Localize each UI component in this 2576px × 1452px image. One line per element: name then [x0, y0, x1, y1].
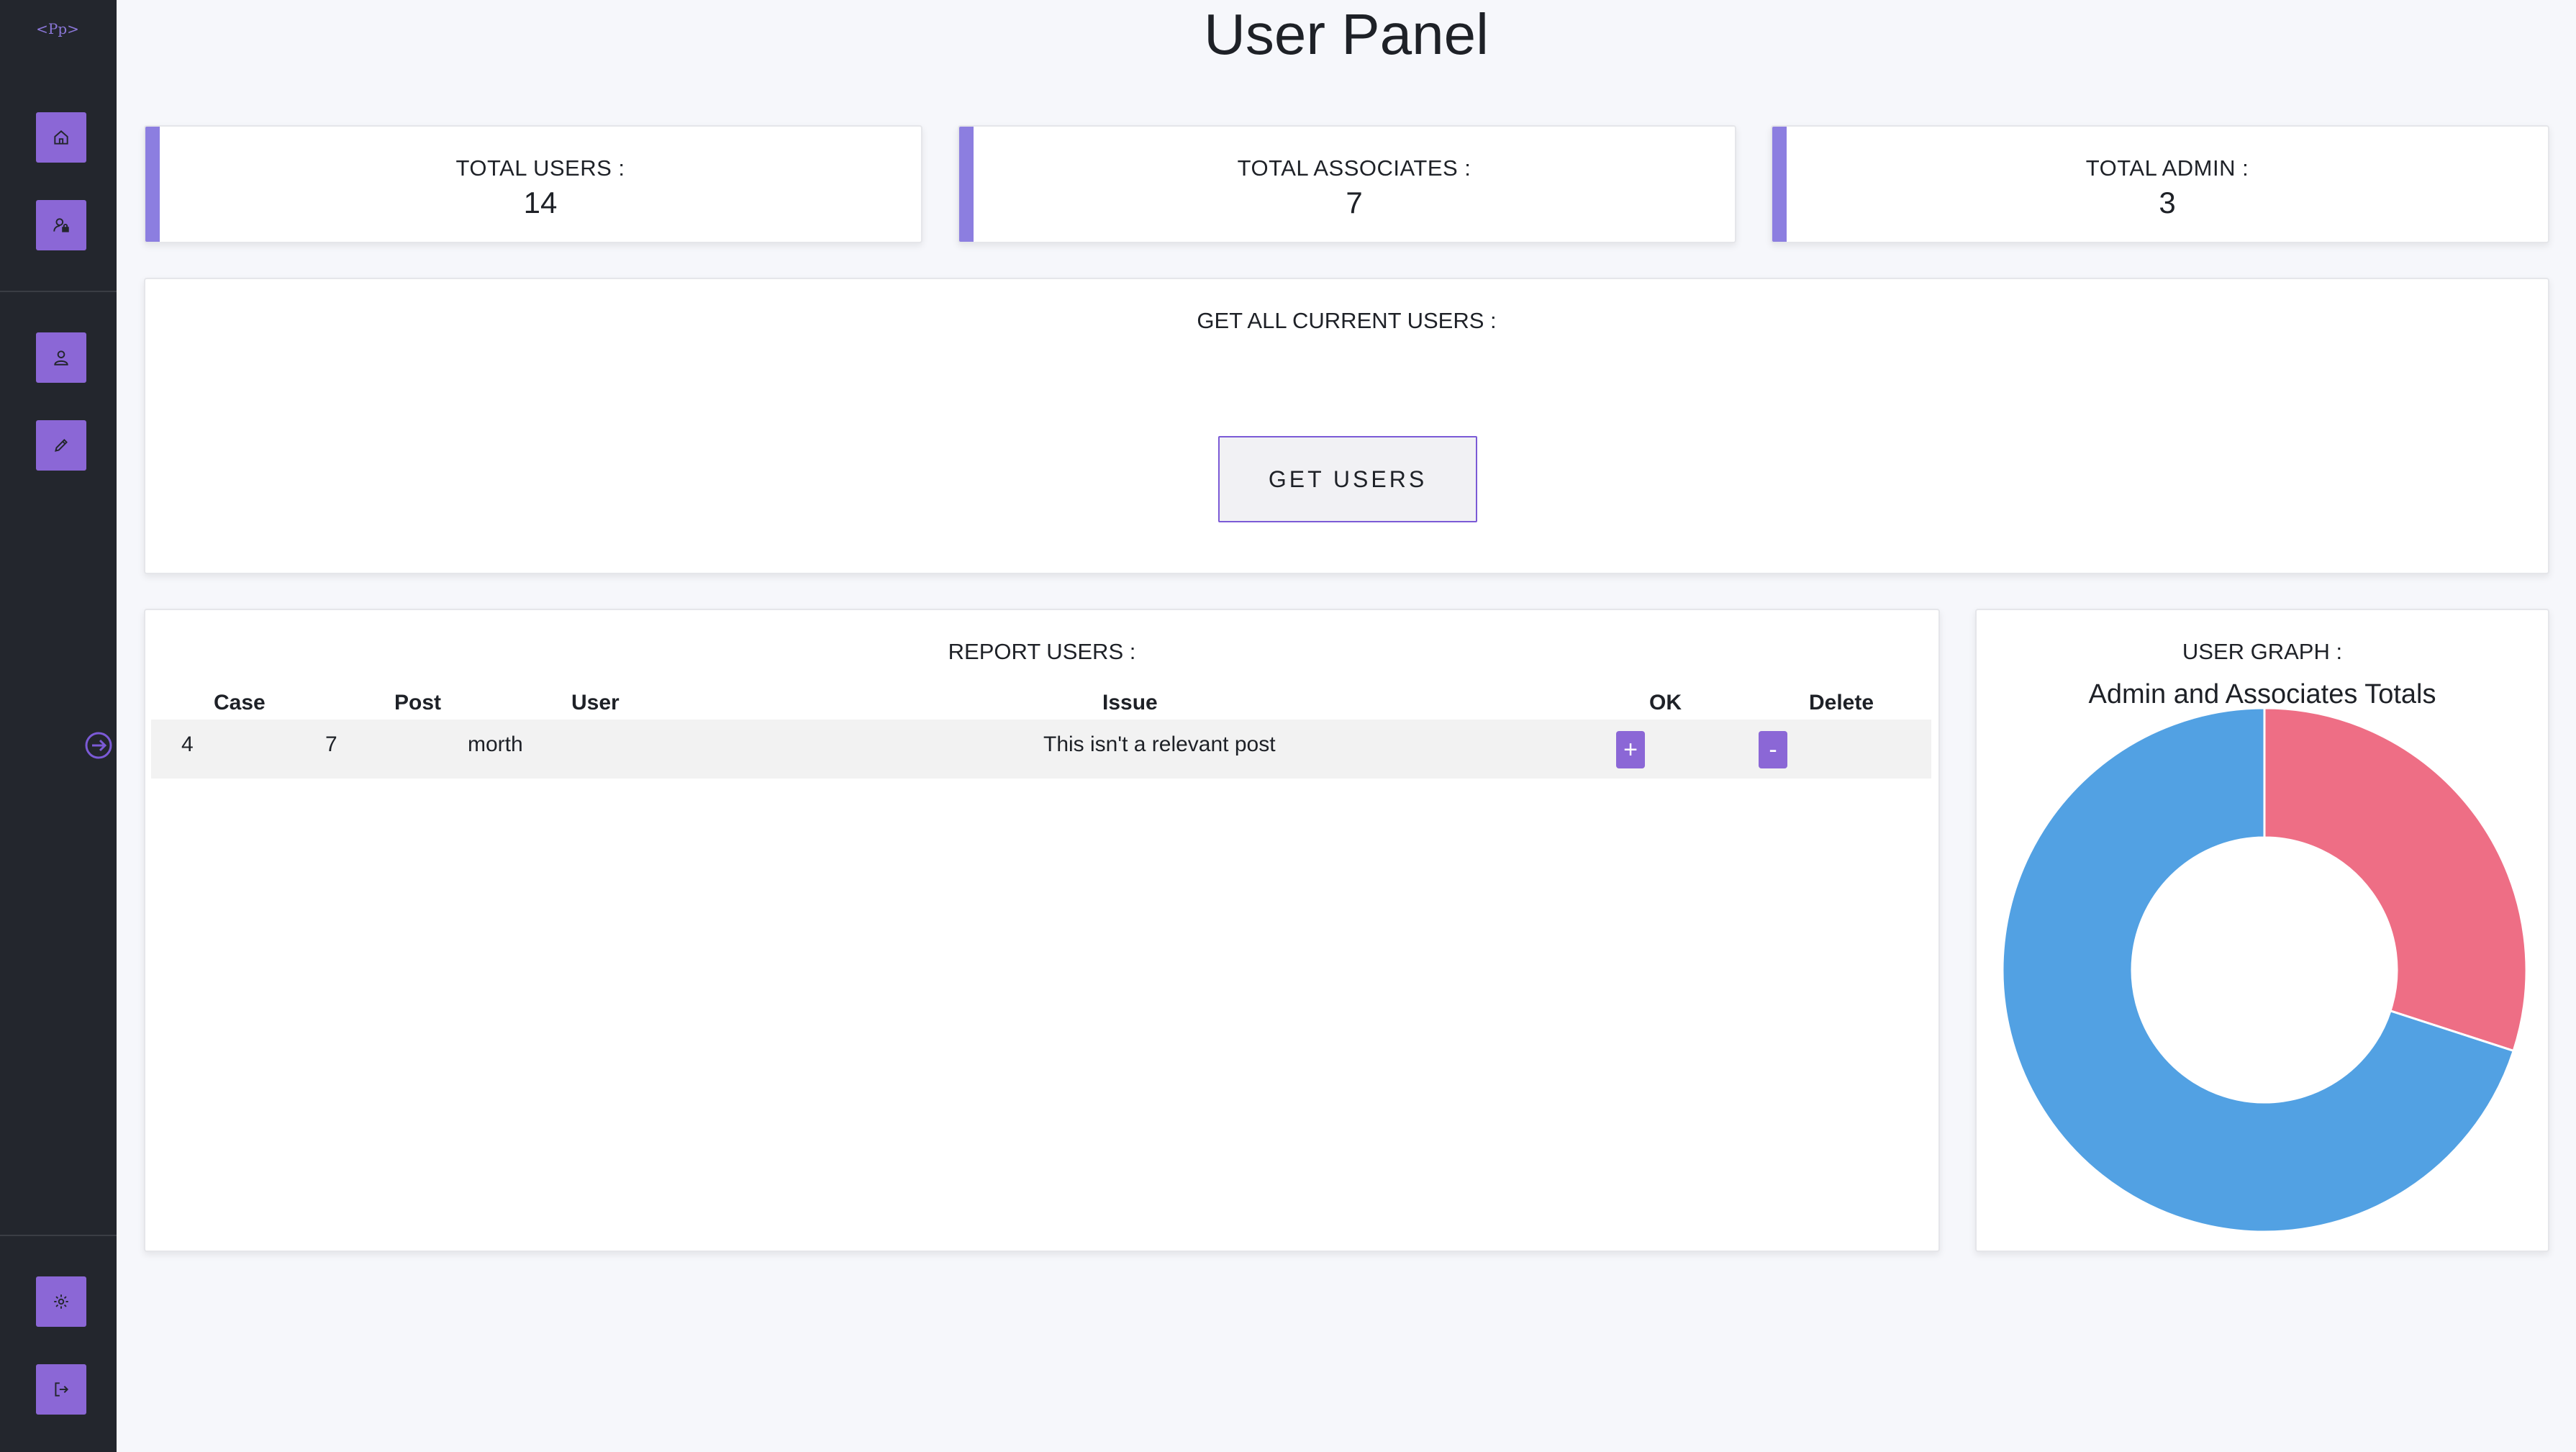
card-accent [959, 127, 974, 242]
current-users-label: GET ALL CURRENT USERS : [1197, 308, 1497, 333]
donut-slice-admin[interactable] [2263, 707, 2528, 1053]
total-associates-card: TOTAL ASSOCIATES : 7 [958, 125, 1736, 243]
settings-nav-button[interactable] [36, 1276, 86, 1327]
gear-icon [54, 1294, 68, 1309]
column-header-case: Case [214, 691, 266, 714]
edit-nav-button[interactable] [36, 420, 86, 471]
get-users-button[interactable]: GET USERS [1218, 436, 1477, 522]
user-graph-card: USER GRAPH : Admin and Associates Totals [1975, 609, 2549, 1252]
user-graph-label: USER GRAPH : [2182, 639, 2343, 664]
column-header-issue: Issue [1102, 691, 1158, 714]
column-header-delete: Delete [1809, 691, 1874, 714]
card-accent [1772, 127, 1787, 242]
cell-case: 4 [181, 732, 194, 756]
column-header-user: User [571, 691, 620, 714]
page-title: User Panel [1204, 2, 1489, 66]
sidebar-divider [0, 291, 117, 292]
total-users-card: TOTAL USERS : 14 [144, 125, 922, 243]
stat-label: TOTAL ASSOCIATES : [1237, 155, 1471, 181]
logout-nav-button[interactable] [36, 1364, 86, 1415]
sidebar: <Pр> [0, 0, 117, 1452]
stat-label: TOTAL USERS : [455, 155, 625, 181]
user-icon [54, 350, 68, 366]
cell-user: morth [468, 732, 523, 756]
column-header-ok: OK [1649, 691, 1682, 714]
cell-issue: This isn't a relevant post [1043, 732, 1276, 756]
logout-icon [55, 1382, 69, 1397]
pencil-icon [55, 439, 68, 452]
sidebar-expand-button[interactable] [84, 731, 113, 760]
current-users-card: GET ALL CURRENT USERS : GET USERS [144, 278, 2549, 574]
report-users-label: REPORT USERS : [948, 639, 1136, 664]
table-row [151, 720, 1931, 779]
stat-value: 14 [523, 186, 558, 219]
sidebar-divider [0, 1235, 117, 1236]
arrow-right-circle-icon [85, 732, 112, 759]
profile-nav-button[interactable] [36, 332, 86, 383]
admin-users-nav-button[interactable] [36, 200, 86, 250]
column-header-post: Post [394, 691, 442, 714]
stat-label: TOTAL ADMIN : [2085, 155, 2249, 181]
total-admin-card: TOTAL ADMIN : 3 [1771, 125, 2549, 243]
user-lock-icon [53, 218, 69, 232]
ok-report-button[interactable]: + [1616, 731, 1645, 768]
home-nav-button[interactable] [36, 112, 86, 163]
home-icon [54, 130, 68, 145]
donut-chart [2001, 707, 2528, 1233]
stat-value: 3 [2159, 186, 2176, 219]
delete-report-button[interactable]: - [1759, 731, 1787, 768]
app-logo: <Pр> [36, 20, 79, 37]
stat-value: 7 [1346, 186, 1363, 219]
cell-post: 7 [325, 732, 337, 756]
card-accent [145, 127, 160, 242]
